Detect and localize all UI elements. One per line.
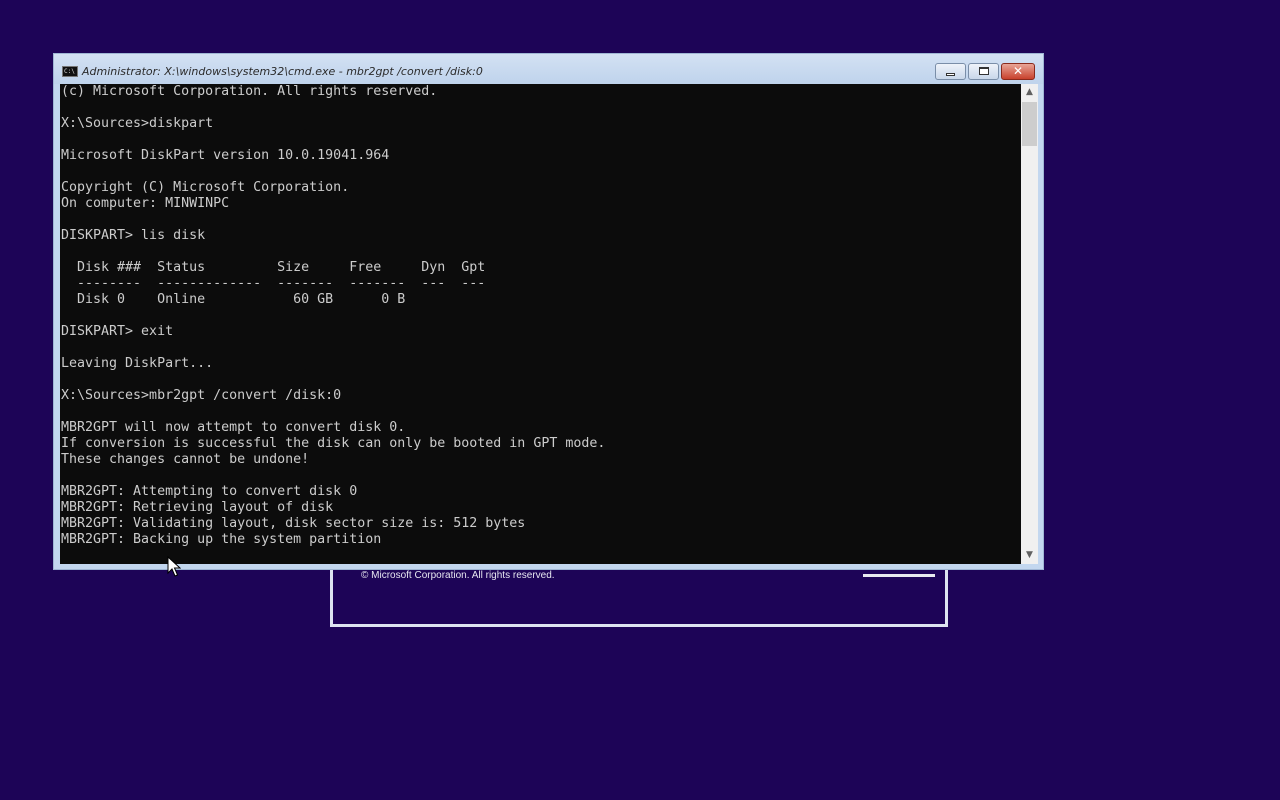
close-button[interactable]: ✕ bbox=[1001, 63, 1035, 80]
scroll-down-arrow-icon[interactable]: ▼ bbox=[1021, 547, 1038, 564]
console-line: If conversion is successful the disk can… bbox=[61, 436, 606, 451]
console-text: (c) Microsoft Corporation. All rights re… bbox=[61, 84, 605, 548]
console-line: On computer: MINWINPC bbox=[61, 196, 230, 211]
window-title: Administrator: X:\windows\system32\cmd.e… bbox=[82, 65, 483, 78]
console-line: MBR2GPT will now attempt to convert disk… bbox=[61, 420, 406, 435]
console-line: Copyright (C) Microsoft Corporation. bbox=[61, 180, 350, 195]
maximize-icon bbox=[979, 67, 989, 75]
console-line: These changes cannot be undone! bbox=[61, 452, 310, 467]
console-line: X:\Sources>diskpart bbox=[61, 116, 214, 131]
cmd-app-icon[interactable]: C:\ bbox=[62, 66, 78, 77]
console-line: Disk ### Status Size Free Dyn Gpt bbox=[61, 260, 486, 275]
console-line: Leaving DiskPart... bbox=[61, 356, 214, 371]
mouse-pointer-icon bbox=[167, 556, 181, 577]
console-line: DISKPART> exit bbox=[61, 324, 174, 339]
console-line: (c) Microsoft Corporation. All rights re… bbox=[61, 84, 438, 99]
close-icon: ✕ bbox=[1012, 64, 1024, 78]
console-line: Microsoft DiskPart version 10.0.19041.96… bbox=[61, 148, 390, 163]
command-prompt-window[interactable]: C:\ Administrator: X:\windows\system32\c… bbox=[53, 53, 1044, 570]
desktop: © Microsoft Corporation. All rights rese… bbox=[0, 0, 1280, 800]
console-line: Disk 0 Online 60 GB 0 B bbox=[61, 292, 406, 307]
minimize-button[interactable] bbox=[935, 63, 966, 80]
console-line: MBR2GPT: Retrieving layout of disk bbox=[61, 500, 334, 515]
console-line: MBR2GPT: Validating layout, disk sector … bbox=[61, 516, 526, 531]
console-line: DISKPART> lis disk bbox=[61, 228, 206, 243]
console-line: X:\Sources>mbr2gpt /convert /disk:0 bbox=[61, 388, 342, 403]
console-output[interactable]: (c) Microsoft Corporation. All rights re… bbox=[60, 84, 1021, 564]
console-line: MBR2GPT: Attempting to convert disk 0 bbox=[61, 484, 358, 499]
vertical-scrollbar[interactable]: ▲ ▼ bbox=[1021, 84, 1038, 564]
scroll-up-arrow-icon[interactable]: ▲ bbox=[1021, 84, 1038, 101]
console-line: MBR2GPT: Backing up the system partition bbox=[61, 532, 382, 547]
setup-copyright-text: © Microsoft Corporation. All rights rese… bbox=[361, 570, 555, 581]
minimize-icon bbox=[946, 73, 955, 76]
setup-next-button[interactable] bbox=[863, 574, 935, 577]
title-bar[interactable]: C:\ Administrator: X:\windows\system32\c… bbox=[54, 54, 1043, 84]
maximize-button[interactable] bbox=[968, 63, 999, 80]
scrollbar-thumb[interactable] bbox=[1022, 102, 1037, 146]
console-line: -------- ------------- ------- ------- -… bbox=[61, 276, 486, 291]
